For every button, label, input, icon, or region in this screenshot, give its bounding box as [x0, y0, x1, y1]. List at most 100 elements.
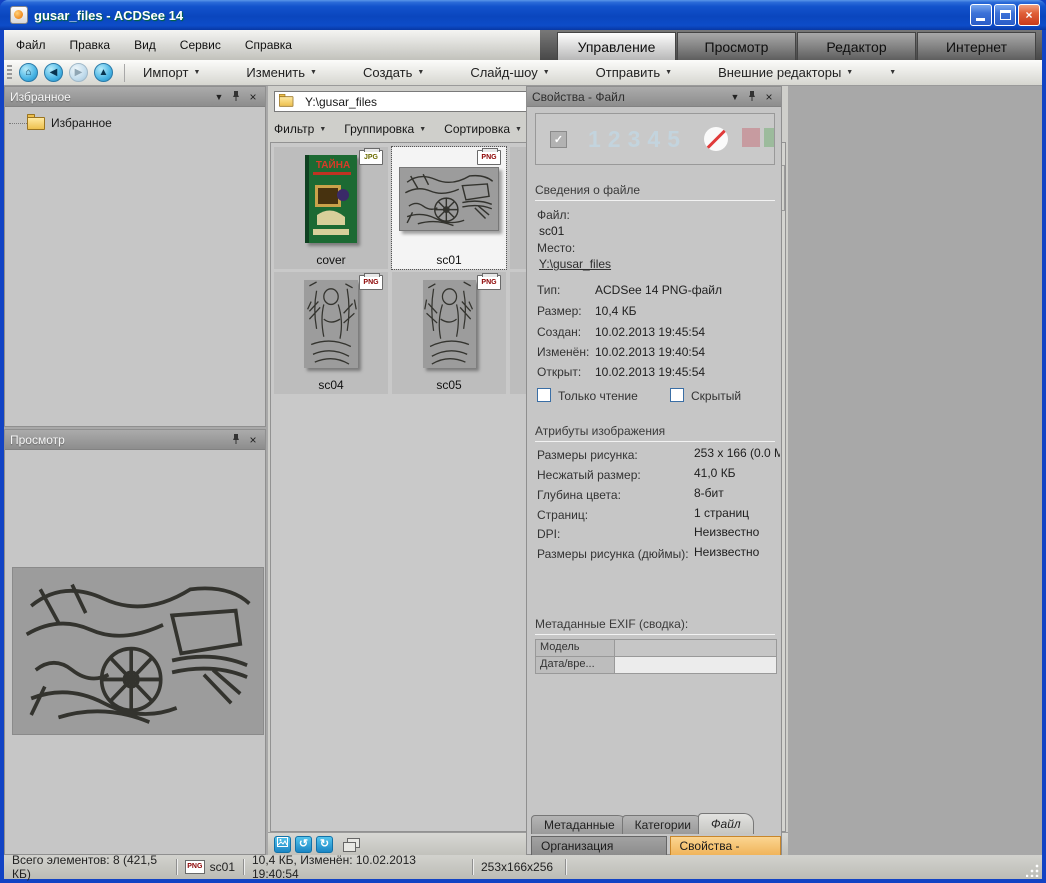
menu-bar: Файл Правка Вид Сервис Справка Управлени… — [4, 30, 1042, 60]
up-button[interactable]: ▲ — [94, 63, 113, 82]
slideshow-button[interactable]: Слайд-шоу▼ — [460, 65, 559, 80]
chevron-down-icon: ▼ — [515, 126, 522, 133]
check-icon: ✓ — [554, 134, 563, 146]
section-image-attrs: Атрибуты изображения — [535, 424, 775, 442]
menu-edit[interactable]: Правка — [58, 30, 123, 60]
edit-button[interactable]: Изменить▼ — [236, 65, 327, 80]
section-file-info: Сведения о файле — [535, 183, 775, 201]
preview-image — [12, 567, 264, 735]
tab-internet[interactable]: Интернет — [917, 32, 1036, 60]
image-basket-button[interactable] — [274, 836, 291, 853]
folder-icon — [27, 117, 45, 130]
back-icon: ◀ — [50, 67, 58, 78]
color-label-green[interactable] — [764, 128, 775, 147]
rating-5[interactable]: 5 — [667, 126, 680, 153]
maximize-button[interactable] — [994, 4, 1016, 26]
import-button[interactable]: Импорт▼ — [133, 65, 210, 80]
back-button[interactable]: ◀ — [44, 63, 63, 82]
hidden-checkbox[interactable] — [670, 388, 684, 402]
rotate-right-button[interactable]: ↻ — [316, 836, 333, 853]
organize-data-button[interactable]: Организация данных — [531, 836, 667, 856]
toolbar-overflow-button[interactable]: ▼ — [889, 69, 896, 76]
png-badge: PNG — [477, 150, 501, 165]
tab-categories[interactable]: Категории — [622, 815, 704, 834]
tab-metadata[interactable]: Метаданные — [531, 815, 628, 834]
chevron-down-icon[interactable]: ▼ — [212, 90, 226, 104]
preview-panel-title: Просмотр — [10, 433, 226, 447]
pin-icon[interactable] — [745, 90, 759, 104]
readonly-label: Только чтение — [558, 389, 638, 403]
properties-panel-header: Свойства - Файл ▼ × — [527, 87, 781, 107]
tag-checkbox[interactable]: ✓ — [550, 131, 567, 148]
rating-box: ✓ 1 2 3 4 5 — [535, 113, 775, 165]
close-icon[interactable]: × — [246, 433, 260, 447]
menu-help[interactable]: Справка — [233, 30, 304, 60]
create-button[interactable]: Создать▼ — [353, 65, 434, 80]
dimensions-inches-label: Размеры рисунка (дюймы): — [537, 547, 689, 561]
table-row: Дата/вре... — [535, 657, 777, 674]
exif-model-label: Модель — [535, 640, 615, 657]
close-icon[interactable]: × — [246, 90, 260, 104]
close-icon[interactable]: × — [762, 90, 776, 104]
file-name: sc04 — [274, 378, 388, 392]
readonly-checkbox[interactable] — [537, 388, 551, 402]
home-button[interactable]: ⌂ — [19, 63, 38, 82]
color-label-red[interactable] — [742, 128, 760, 147]
type-value: ACDSee 14 PNG-файл — [595, 283, 722, 297]
menu-view[interactable]: Вид — [122, 30, 168, 60]
toolbar-grip[interactable] — [7, 65, 12, 81]
png-badge: PNG — [477, 275, 501, 290]
tab-editor[interactable]: Редактор — [797, 32, 916, 60]
up-icon: ▲ — [99, 67, 109, 78]
properties-panel: Свойства - Файл ▼ × ✓ 1 2 3 4 5 Св — [526, 86, 782, 855]
forward-button[interactable]: ▶ — [69, 63, 88, 82]
tab-view[interactable]: Просмотр — [677, 32, 796, 60]
properties-file-button[interactable]: Свойства - Файл — [670, 836, 781, 856]
file-tile-sc04[interactable]: PNG sc04 — [274, 272, 388, 394]
rating-3[interactable]: 3 — [628, 126, 641, 153]
rating-1[interactable]: 1 — [588, 126, 601, 153]
created-label: Создан: — [537, 325, 581, 339]
rating-4[interactable]: 4 — [647, 126, 660, 153]
tab-manage[interactable]: Управление — [557, 32, 676, 60]
sorting-button[interactable]: Сортировка▼ — [444, 122, 522, 136]
chevron-down-icon: ▼ — [310, 69, 317, 76]
chevron-down-icon: ▼ — [543, 69, 550, 76]
rotate-left-button[interactable]: ↺ — [295, 836, 312, 853]
chevron-down-icon: ▼ — [417, 69, 424, 76]
filter-button[interactable]: Фильтр▼ — [274, 122, 326, 136]
grouping-button[interactable]: Группировка▼ — [344, 122, 426, 136]
resize-grip[interactable] — [1026, 863, 1040, 877]
pin-icon[interactable] — [229, 90, 243, 104]
favorites-tree-item[interactable]: Избранное — [9, 113, 265, 133]
favorites-item-label: Избранное — [51, 116, 112, 130]
maximize-icon — [1000, 10, 1011, 20]
external-editors-button[interactable]: Внешние редакторы▼ — [708, 65, 863, 80]
dpi-label: DPI: — [537, 527, 560, 541]
rating-2[interactable]: 2 — [608, 126, 621, 153]
menu-file[interactable]: Файл — [4, 30, 58, 60]
folder-icon — [279, 96, 293, 106]
file-tile-sc01-selected[interactable]: PNG sc01 — [392, 147, 506, 269]
menu-tools[interactable]: Сервис — [168, 30, 233, 60]
size-label: Размер: — [537, 304, 582, 318]
address-path: Y:\gusar_files — [305, 95, 377, 109]
file-tile-sc05[interactable]: PNG sc05 — [392, 272, 506, 394]
png-badge: PNG — [359, 275, 383, 290]
no-rating-icon[interactable] — [704, 127, 728, 151]
chevron-down-icon[interactable]: ▼ — [728, 90, 742, 104]
status-bar: Всего элементов: 8 (421,5 КБ) PNG sc01 1… — [4, 855, 1042, 879]
properties-tabs: Метаданные Категории Файл — [531, 813, 748, 834]
exif-datetime-label: Дата/вре... — [535, 657, 615, 674]
send-button[interactable]: Отправить▼ — [586, 65, 682, 80]
location-label: Место: — [537, 241, 575, 255]
minimize-button[interactable] — [970, 4, 992, 26]
pin-icon[interactable] — [229, 433, 243, 447]
close-button[interactable]: × — [1018, 4, 1040, 26]
location-link[interactable]: Y:\gusar_files — [539, 257, 611, 271]
file-tile-cover[interactable]: ТАЙНА JPG cover — [274, 147, 388, 269]
compare-windows-icon[interactable] — [343, 838, 359, 851]
uncompressed-value: 41,0 КБ — [694, 466, 780, 480]
type-label: Тип: — [537, 283, 560, 297]
tab-file[interactable]: Файл — [698, 813, 754, 834]
